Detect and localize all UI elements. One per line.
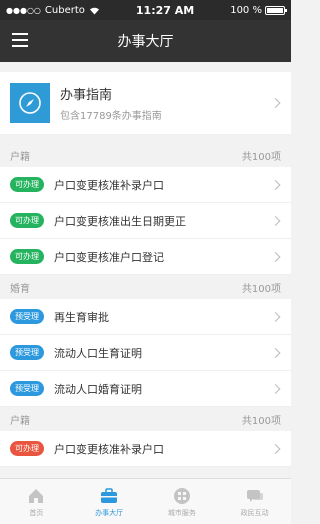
chat-icon <box>246 489 263 502</box>
list-item[interactable]: 可办理 户口变更核准补录户口 <box>0 431 291 467</box>
status-badge: 可办理 <box>10 213 44 228</box>
status-badge: 预受理 <box>10 381 44 396</box>
chevron-right-icon <box>270 383 281 394</box>
signal-icon: ●●●○○ <box>6 5 41 15</box>
chevron-right-icon <box>270 347 281 358</box>
compass-icon <box>10 83 50 123</box>
guide-title: 办事指南 <box>60 88 113 103</box>
tab-chat[interactable]: 政民互动 <box>218 479 291 524</box>
list-item[interactable]: 可办理 户口变更核准出生日期更正 <box>0 203 291 239</box>
chevron-right-icon <box>270 311 281 322</box>
chevron-right-icon <box>270 251 281 262</box>
status-left: ●●●○○ Cuberto <box>6 5 100 16</box>
chevron-right-icon <box>270 215 281 226</box>
nav-bar: 办事大厅 <box>0 20 291 62</box>
carrier-label: Cuberto <box>44 4 85 16</box>
section-list: 户籍 共100项 可办理 户口变更核准补录户口 可办理 户口变更核准出生日期更正 可办理 户口… <box>0 143 291 467</box>
chevron-right-icon <box>270 179 281 190</box>
section-count: 共100项 <box>241 415 281 427</box>
item-label: 户口变更核准补录户口 <box>54 178 164 192</box>
item-label: 户口变更核准出生日期更正 <box>54 214 186 228</box>
home-icon <box>29 488 44 503</box>
list-item[interactable]: 可办理 户口变更核准户口登记 <box>0 239 291 275</box>
tab-label: 首页 <box>29 508 44 517</box>
status-time: 11:27 AM <box>135 3 195 17</box>
battery-fill <box>266 7 283 13</box>
tab-briefcase[interactable]: 办事大厅 <box>73 479 146 524</box>
section-header: 户籍 共100项 <box>0 143 291 167</box>
section-title: 户籍 <box>10 151 30 163</box>
section-count: 共100项 <box>241 151 281 163</box>
guide-card[interactable]: 办事指南 包含17789条办事指南 <box>0 72 291 134</box>
item-label: 流动人口婚育证明 <box>54 382 142 396</box>
hamburger-icon[interactable] <box>12 33 28 49</box>
list-item[interactable]: 预受理 再生育审批 <box>0 299 291 335</box>
tab-label: 政民互动 <box>240 508 269 517</box>
list-item[interactable]: 预受理 流动人口生育证明 <box>0 335 291 371</box>
section-header: 婚育 共100项 <box>0 275 291 299</box>
tab-label: 城市服务 <box>167 508 196 517</box>
battery-percent: 100 % <box>230 4 262 16</box>
grid-circle-icon <box>173 487 190 504</box>
item-label: 再生育审批 <box>54 310 109 324</box>
status-badge: 预受理 <box>10 309 44 324</box>
chevron-right-icon <box>270 98 281 108</box>
item-label: 户口变更核准补录户口 <box>54 442 164 456</box>
status-badge: 可办理 <box>10 177 44 192</box>
status-right: 100 % <box>230 4 287 16</box>
tab-bar: 首页 办事大厅 城市服务 政民互动 <box>0 478 291 524</box>
list-item[interactable]: 可办理 户口变更核准补录户口 <box>0 167 291 203</box>
list-item[interactable]: 预受理 流动人口婚育证明 <box>0 371 291 407</box>
section-title: 户籍 <box>10 415 30 427</box>
section-header: 户籍 共100项 <box>0 407 291 431</box>
status-badge: 可办理 <box>10 441 44 456</box>
briefcase-icon <box>101 487 118 503</box>
tab-label: 办事大厅 <box>95 508 124 517</box>
chevron-right-icon <box>270 443 281 454</box>
tab-grid-circle[interactable]: 城市服务 <box>146 479 219 524</box>
section-title: 婚育 <box>10 283 30 295</box>
item-label: 流动人口生育证明 <box>54 346 142 360</box>
battery-icon <box>264 5 287 15</box>
section-count: 共100项 <box>241 283 281 295</box>
wifi-icon <box>89 7 99 14</box>
status-badge: 可办理 <box>10 249 44 264</box>
guide-subtitle: 包含17789条办事指南 <box>60 111 162 122</box>
page-title: 办事大厅 <box>117 34 174 50</box>
tab-home[interactable]: 首页 <box>0 479 73 524</box>
guide-text: 办事指南 包含17789条办事指南 <box>60 84 162 122</box>
item-label: 户口变更核准户口登记 <box>54 250 164 264</box>
status-bar: ●●●○○ Cuberto 11:27 AM 100 % <box>0 0 291 20</box>
status-badge: 预受理 <box>10 345 44 360</box>
